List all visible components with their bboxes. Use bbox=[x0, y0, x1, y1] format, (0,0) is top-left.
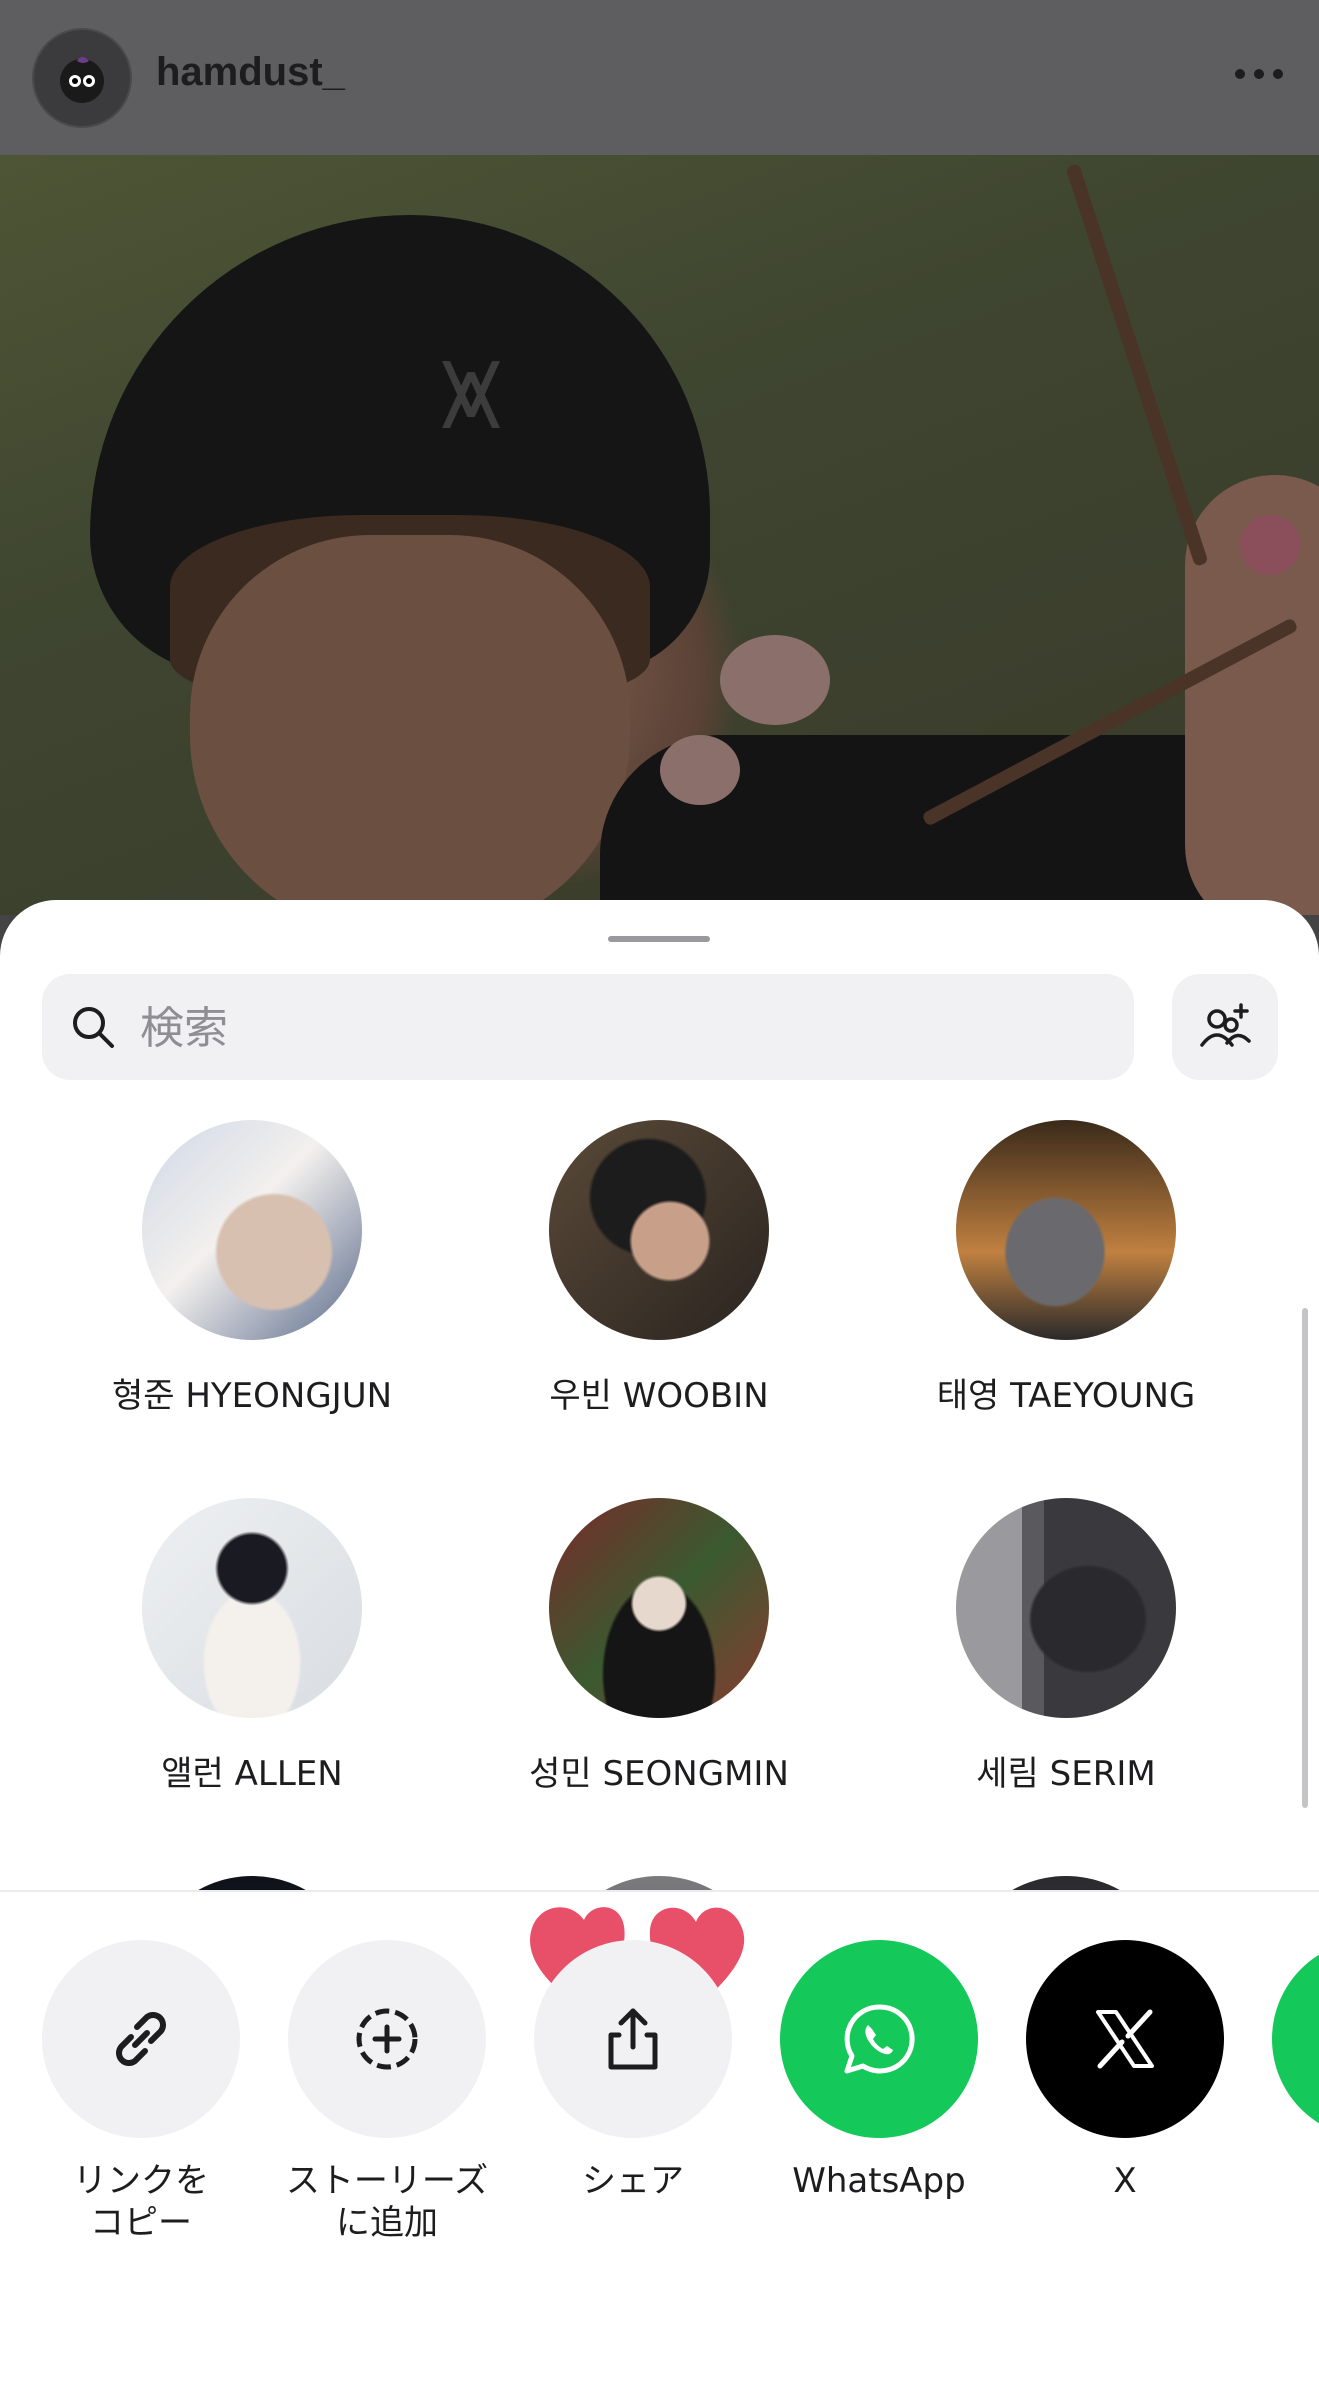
contact-item[interactable]: 앨런 ALLEN bbox=[52, 1498, 452, 1795]
blossom-shape bbox=[1240, 515, 1300, 575]
sheet-grabber[interactable] bbox=[608, 936, 710, 942]
contact-item[interactable]: 성민 SEONGMIN bbox=[459, 1498, 859, 1795]
contact-avatar bbox=[142, 1876, 362, 1890]
profile-username[interactable]: hamdust_ bbox=[156, 50, 345, 95]
message-circle bbox=[1272, 1940, 1319, 2138]
add-people-button[interactable] bbox=[1172, 974, 1278, 1080]
action-label: WhatsApp bbox=[792, 2161, 966, 2201]
contact-item[interactable] bbox=[866, 1876, 1266, 1890]
search-bar[interactable] bbox=[42, 974, 1134, 1082]
contact-name: 우빈 WOOBIN bbox=[549, 1376, 769, 1416]
contact-item[interactable]: 세림 SERIM bbox=[866, 1498, 1266, 1795]
action-label: シェア bbox=[582, 2161, 684, 2201]
contact-item[interactable]: 태영 TAEYOUNG bbox=[866, 1120, 1266, 1417]
blossom-shape bbox=[720, 635, 830, 725]
share-circle bbox=[534, 1940, 732, 2138]
contact-name: 세림 SERIM bbox=[976, 1754, 1156, 1794]
scrollbar[interactable] bbox=[1302, 1308, 1308, 1808]
blossom-shape bbox=[660, 735, 740, 805]
contact-name: 형준 HYEONGJUN bbox=[111, 1376, 393, 1416]
hat-logo-mark: ⩙ bbox=[440, 326, 503, 454]
add-story-circle bbox=[288, 1940, 486, 2138]
contact-item[interactable]: 형준 HYEONGJUN bbox=[52, 1120, 452, 1417]
contact-item[interactable] bbox=[459, 1876, 859, 1890]
x-logo-icon bbox=[1096, 2009, 1154, 2069]
contact-item[interactable]: 우빈 WOOBIN bbox=[459, 1120, 859, 1417]
link-icon bbox=[116, 2012, 166, 2066]
branch-shape bbox=[1065, 163, 1209, 567]
contact-name: 태영 TAEYOUNG bbox=[936, 1376, 1196, 1416]
contact-avatar bbox=[549, 1876, 769, 1890]
x-circle bbox=[1026, 1940, 1224, 2138]
contact-avatar bbox=[956, 1876, 1176, 1890]
contact-name: 앨런 ALLEN bbox=[161, 1754, 343, 1794]
contact-avatar bbox=[956, 1498, 1176, 1718]
more-horizontal-icon[interactable] bbox=[1229, 50, 1289, 98]
share-button[interactable]: シェア bbox=[510, 1940, 756, 2202]
search-icon bbox=[73, 1007, 114, 1048]
add-to-story-button[interactable]: ストーリーズ に追加 bbox=[264, 1940, 510, 2244]
add-story-icon bbox=[356, 2008, 418, 2070]
add-people-icon bbox=[1200, 1003, 1251, 1047]
face-shape bbox=[190, 535, 630, 915]
share-sheet: 형준 HYEONGJUN 우빈 WOOBIN 태영 TAEYOUNG 앨런 AL… bbox=[0, 900, 1319, 2402]
action-label: リンクを コピー bbox=[73, 2161, 209, 2243]
share-icon bbox=[608, 2008, 658, 2070]
contact-avatar bbox=[142, 1120, 362, 1340]
contact-avatar bbox=[142, 1498, 362, 1718]
post-photo: ⩙ bbox=[0, 155, 1319, 915]
contact-avatar bbox=[549, 1120, 769, 1340]
contact-avatar bbox=[956, 1120, 1176, 1340]
contacts-grid: 형준 HYEONGJUN 우빈 WOOBIN 태영 TAEYOUNG 앨런 AL… bbox=[0, 1100, 1300, 1890]
whatsapp-icon bbox=[844, 2004, 915, 2074]
message-share-button[interactable]: メ bbox=[1248, 1940, 1319, 2202]
action-label: X bbox=[1113, 2161, 1137, 2201]
contact-item[interactable] bbox=[52, 1876, 452, 1890]
whatsapp-button[interactable]: WhatsApp bbox=[756, 1940, 1002, 2202]
whatsapp-circle bbox=[780, 1940, 978, 2138]
post-header: hamdust_ bbox=[0, 0, 1319, 155]
contact-name: 성민 SEONGMIN bbox=[529, 1754, 789, 1794]
copy-link-button[interactable]: リンクを コピー bbox=[18, 1940, 264, 2244]
x-share-button[interactable]: X bbox=[1002, 1940, 1248, 2202]
profile-avatar[interactable] bbox=[32, 28, 132, 128]
action-label: ストーリーズ に追加 bbox=[285, 2161, 489, 2243]
search-input[interactable] bbox=[138, 974, 1102, 1082]
share-actions-row: リンクを コピー ストーリーズ に追加 シェア WhatsApp X bbox=[0, 1940, 1319, 2380]
copy-link-circle bbox=[42, 1940, 240, 2138]
soot-sprite-avatar-icon bbox=[60, 57, 104, 103]
contact-avatar bbox=[549, 1498, 769, 1718]
